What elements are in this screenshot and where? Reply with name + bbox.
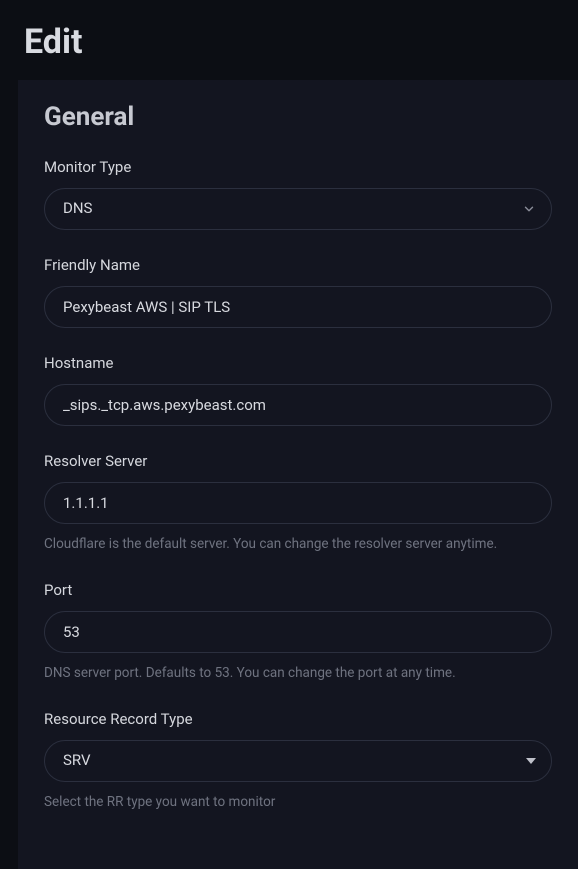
select-wrap-monitor-type: DNS [44, 188, 552, 230]
helper-resolver-server: Cloudflare is the default server. You ca… [44, 534, 552, 555]
label-monitor-type: Monitor Type [44, 158, 552, 176]
page-title: Edit [0, 0, 578, 80]
section-title-general: General [44, 102, 552, 132]
field-friendly-name: Friendly Name [44, 256, 552, 328]
field-hostname: Hostname [44, 354, 552, 426]
label-port: Port [44, 581, 552, 599]
rr-type-select[interactable]: SRV [44, 740, 552, 782]
helper-rr-type: Select the RR type you want to monitor [44, 792, 552, 813]
friendly-name-input[interactable] [44, 286, 552, 328]
field-monitor-type: Monitor Type DNS [44, 158, 552, 230]
general-panel: General Monitor Type DNS Friendly Name H… [18, 80, 578, 869]
field-rr-type: Resource Record Type SRV Select the RR t… [44, 710, 552, 813]
field-resolver-server: Resolver Server Cloudflare is the defaul… [44, 452, 552, 555]
label-resolver-server: Resolver Server [44, 452, 552, 470]
hostname-input[interactable] [44, 384, 552, 426]
monitor-type-select[interactable]: DNS [44, 188, 552, 230]
select-wrap-rr-type: SRV [44, 740, 552, 782]
field-port: Port DNS server port. Defaults to 53. Yo… [44, 581, 552, 684]
port-input[interactable] [44, 611, 552, 653]
label-hostname: Hostname [44, 354, 552, 372]
resolver-server-input[interactable] [44, 482, 552, 524]
helper-port: DNS server port. Defaults to 53. You can… [44, 663, 552, 684]
label-rr-type: Resource Record Type [44, 710, 552, 728]
label-friendly-name: Friendly Name [44, 256, 552, 274]
